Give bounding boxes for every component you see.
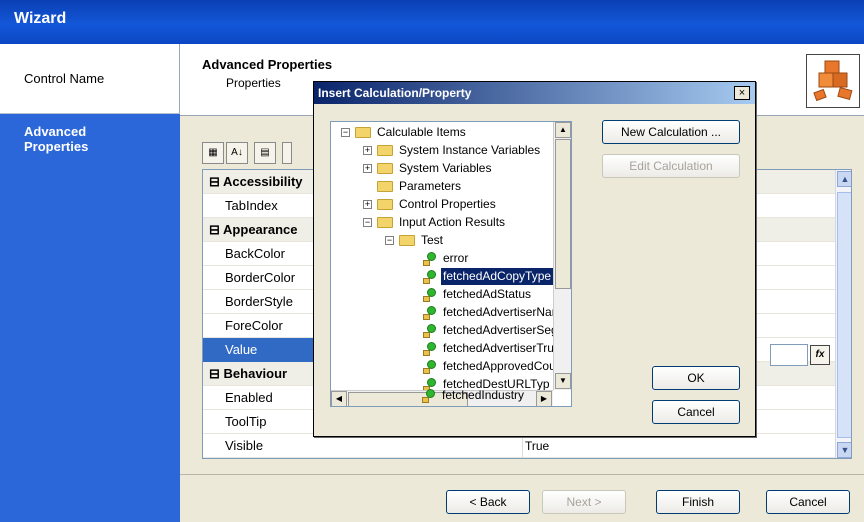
expand-icon[interactable]: +: [363, 200, 372, 209]
tree-item-label: fetchedIndustry: [442, 388, 525, 402]
collapse-icon[interactable]: −: [385, 236, 394, 245]
categorized-icon[interactable]: ▦: [202, 142, 224, 164]
footer-divider: [180, 474, 864, 475]
collapse-icon[interactable]: ⊟: [209, 222, 220, 237]
collapse-icon[interactable]: −: [363, 218, 372, 227]
sort-glyph: A↓: [231, 147, 243, 158]
scroll-thumb[interactable]: [837, 192, 851, 438]
tree-item-label: Parameters: [399, 179, 462, 193]
tree-item-label: fetchedAdvertiserSeg: [443, 323, 558, 337]
page-title: Advanced Properties: [202, 57, 333, 72]
tree-item-label: fetchedAdvertiserNar: [443, 305, 556, 319]
back-button[interactable]: < Back: [446, 490, 530, 514]
tree-item-label: fetchedApprovedCou: [443, 359, 556, 373]
tree-item-label: Calculable Items: [377, 125, 466, 139]
collapse-icon[interactable]: ⊟: [209, 366, 220, 381]
tree-item-label: error: [443, 251, 469, 265]
property-leaf-icon: [423, 324, 437, 338]
nav-item-control-name[interactable]: Control Name: [0, 44, 180, 114]
expand-icon[interactable]: +: [363, 164, 372, 173]
scroll-down-icon[interactable]: ▼: [555, 373, 571, 389]
tree-item-label: System Variables: [399, 161, 492, 175]
expand-icon[interactable]: +: [363, 146, 372, 155]
property-leaf-icon: [423, 342, 437, 356]
value-input[interactable]: [770, 344, 808, 366]
folder-icon: [377, 199, 393, 210]
page-subtitle: Properties: [226, 76, 281, 90]
tree-item-label: System Instance Variables: [399, 143, 541, 157]
edit-calculation-button[interactable]: Edit Calculation: [602, 154, 740, 178]
tree-item-label: Test: [421, 233, 444, 247]
scroll-up-icon[interactable]: ▲: [555, 122, 571, 138]
cubes-logo-icon: [806, 54, 860, 108]
wizard-step-nav: Control Name Advanced Properties: [0, 44, 180, 522]
window-title-bar: Wizard: [0, 0, 864, 44]
folder-open-icon: [377, 217, 393, 228]
property-leaf-icon: [423, 288, 437, 302]
scroll-thumb[interactable]: [555, 139, 571, 289]
property-name: Visible: [203, 434, 523, 458]
category-label: Accessibility: [223, 174, 303, 189]
tree-item-label: fetchedAdCopyType: [441, 268, 554, 285]
scroll-down-icon[interactable]: ▼: [837, 442, 851, 458]
tree-item-label: fetchedAdvertiserTru: [443, 341, 554, 355]
collapse-icon[interactable]: −: [341, 128, 350, 137]
folder-open-icon: [399, 235, 415, 246]
property-row-visible[interactable]: Visible True: [203, 434, 851, 458]
folder-icon: [377, 145, 393, 156]
scroll-up-icon[interactable]: ▲: [837, 171, 851, 187]
dialog-title: Insert Calculation/Property: [318, 86, 472, 100]
nav-item-advanced-properties[interactable]: Advanced Properties: [0, 114, 180, 522]
dialog-cancel-button[interactable]: Cancel: [652, 400, 740, 424]
property-leaf-icon: [422, 389, 436, 403]
category-label: Behaviour: [223, 366, 288, 381]
alphabetical-sort-icon[interactable]: A↓: [226, 142, 248, 164]
tree-item-label: Input Action Results: [399, 215, 506, 229]
folder-open-icon: [355, 127, 371, 138]
ok-button[interactable]: OK: [652, 366, 740, 390]
cancel-button[interactable]: Cancel: [766, 490, 850, 514]
scroll-right-icon[interactable]: ▶: [536, 391, 552, 406]
toolbar-extra-icon[interactable]: [282, 142, 292, 164]
scroll-left-icon[interactable]: ◀: [331, 391, 347, 406]
property-leaf-icon: [423, 360, 437, 374]
grid-scrollbar[interactable]: ▲ ▼: [835, 170, 851, 458]
finish-button[interactable]: Finish: [656, 490, 740, 514]
folder-icon: [377, 163, 393, 174]
calculable-items-tree: − Calculable Items + System Instance Var…: [330, 121, 572, 407]
fx-icon[interactable]: fx: [810, 345, 830, 365]
window-title: Wizard: [14, 10, 67, 27]
folder-icon: [377, 181, 393, 192]
property-leaf-icon: [423, 306, 437, 320]
dialog-title-bar: Insert Calculation/Property: [314, 82, 755, 104]
tree-item-label: Control Properties: [399, 197, 496, 211]
nav-item-label: Control Name: [24, 71, 105, 86]
close-icon[interactable]: ×: [734, 86, 750, 100]
property-leaf-icon: [423, 252, 437, 266]
property-value[interactable]: True: [525, 434, 549, 458]
tree-item-label: fetchedAdStatus: [443, 287, 532, 301]
property-pages-icon[interactable]: ▤: [254, 142, 276, 164]
nav-item-label: Advanced Properties: [24, 124, 89, 154]
new-calculation-button[interactable]: New Calculation ...: [602, 120, 740, 144]
property-leaf-icon: [423, 270, 437, 284]
tree-vertical-scrollbar[interactable]: ▲ ▼: [553, 122, 571, 390]
category-label: Appearance: [223, 222, 298, 237]
collapse-icon[interactable]: ⊟: [209, 174, 220, 189]
insert-calculation-dialog: Insert Calculation/Property × − Calculab…: [313, 81, 756, 437]
next-button[interactable]: Next >: [542, 490, 626, 514]
